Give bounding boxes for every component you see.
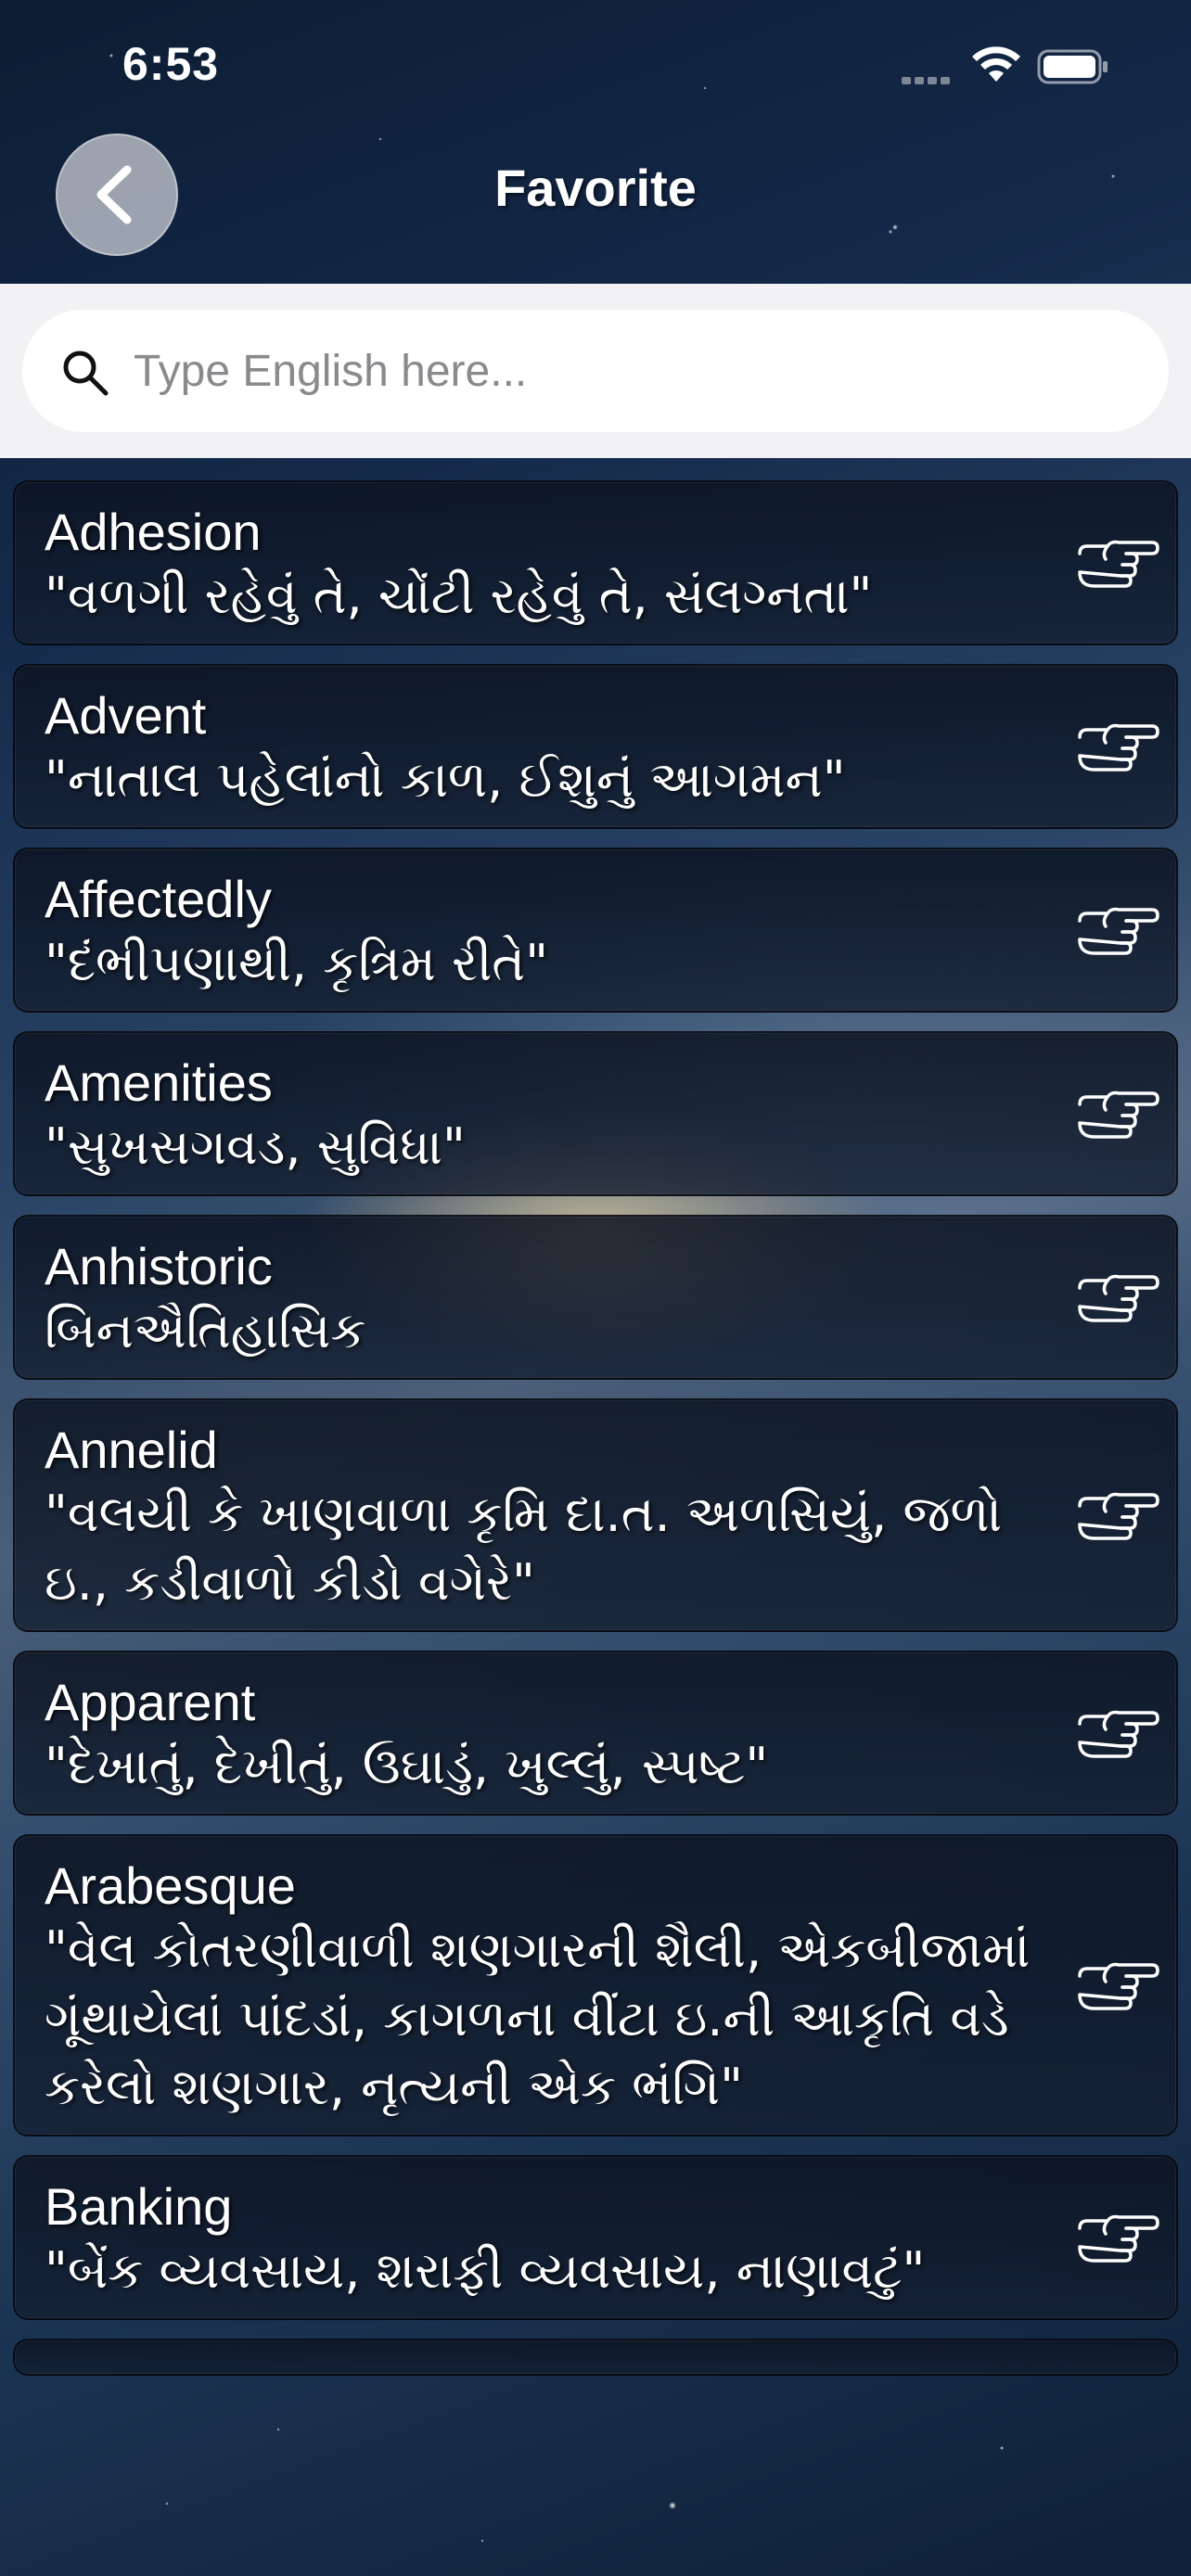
battery-icon: [1037, 49, 1108, 84]
search-input[interactable]: [134, 334, 1135, 408]
favorite-word-row[interactable]: Arabesque "વેલ કોતરણીવાળી શણગારની શૈલી, …: [13, 1834, 1178, 2136]
favorite-word-row[interactable]: Annelid "વલયી કે ખાણવાળા કૃમિ દા.ત. અળસિ…: [13, 1398, 1178, 1632]
word-title: Anhistoric: [45, 1237, 273, 1295]
pointing-hand-icon[interactable]: [1074, 1700, 1159, 1766]
pointing-hand-icon[interactable]: [1074, 529, 1159, 596]
word-title: Annelid: [45, 1421, 218, 1479]
word-meaning: "નાતાલ પહેલાંનો કાળ, ઈશુનું આગમન": [45, 750, 846, 809]
status-time: 6:53: [122, 38, 220, 90]
wifi-icon: [972, 46, 1020, 82]
word-title: Banking: [45, 2177, 233, 2236]
favorite-word-row-partial[interactable]: [13, 2339, 1178, 2376]
pointing-hand-icon[interactable]: [1074, 1482, 1159, 1549]
favorite-word-row[interactable]: Advent "નાતાલ પહેલાંનો કાળ, ઈશુનું આગમન": [13, 664, 1178, 829]
word-meaning: "બેંક વ્યવસાય, શરાફી વ્યવસાય, નાણાવટું": [45, 2241, 926, 2300]
word-meaning: "દેખાતું, દેખીતું, ઉઘાડું, ખુલ્લું, સ્પષ…: [45, 1737, 769, 1795]
pointing-hand-icon[interactable]: [1074, 897, 1159, 963]
favorite-word-row[interactable]: Amenities "સુખસગવડ, સુવિધા": [13, 1031, 1178, 1196]
word-title: Apparent: [45, 1673, 256, 1731]
favorite-word-row[interactable]: Banking "બેંક વ્યવસાય, શરાફી વ્યવસાય, ના…: [13, 2155, 1178, 2320]
favorite-word-row[interactable]: Apparent "દેખાતું, દેખીતું, ઉઘાડું, ખુલ્…: [13, 1651, 1178, 1816]
cellular-signal-icon: [902, 72, 955, 84]
search-bar: [0, 284, 1191, 458]
word-meaning: બિનઐતિહાસિક: [45, 1301, 366, 1359]
word-title: Affectedly: [45, 870, 272, 928]
favorite-word-row[interactable]: Anhistoric બિનઐતિહાસિક: [13, 1215, 1178, 1380]
pointing-hand-icon[interactable]: [1074, 1952, 1159, 2019]
search-icon: [63, 351, 109, 396]
word-meaning: "દંભીપણાથી, કૃત્રિમ રીતે": [45, 934, 549, 992]
pointing-hand-icon[interactable]: [1074, 1080, 1159, 1147]
favorite-word-row[interactable]: Adhesion "વળગી રહેવું તે, ચોંટી રહેવું ત…: [13, 480, 1178, 645]
word-title: Adhesion: [45, 503, 262, 561]
pointing-hand-icon[interactable]: [1074, 2204, 1159, 2271]
pointing-hand-icon[interactable]: [1074, 1264, 1159, 1331]
search-field[interactable]: [22, 310, 1169, 432]
favorites-list: Adhesion "વળગી રહેવું તે, ચોંટી રહેવું ત…: [13, 480, 1178, 2474]
word-meaning: "વેલ કોતરણીવાળી શણગારની શૈલી, એકબીજામાં …: [45, 1920, 1031, 2116]
word-meaning: "વલયી કે ખાણવાળા કૃમિ દા.ત. અળસિયું, જળો…: [45, 1485, 1003, 1612]
status-bar: 6:53: [0, 0, 1191, 139]
word-title: Amenities: [45, 1053, 273, 1112]
favorite-word-row[interactable]: Affectedly "દંભીપણાથી, કૃત્રિમ રીતે": [13, 848, 1178, 1013]
pointing-hand-icon[interactable]: [1074, 713, 1159, 780]
word-title: Advent: [45, 686, 207, 745]
page-title: Favorite: [494, 159, 697, 217]
word-meaning: "વળગી રહેવું તે, ચોંટી રહેવું તે, સંલગ્ન…: [45, 567, 873, 625]
word-title: Arabesque: [45, 1856, 296, 1915]
word-meaning: "સુખસગવડ, સુવિધા": [45, 1117, 466, 1176]
